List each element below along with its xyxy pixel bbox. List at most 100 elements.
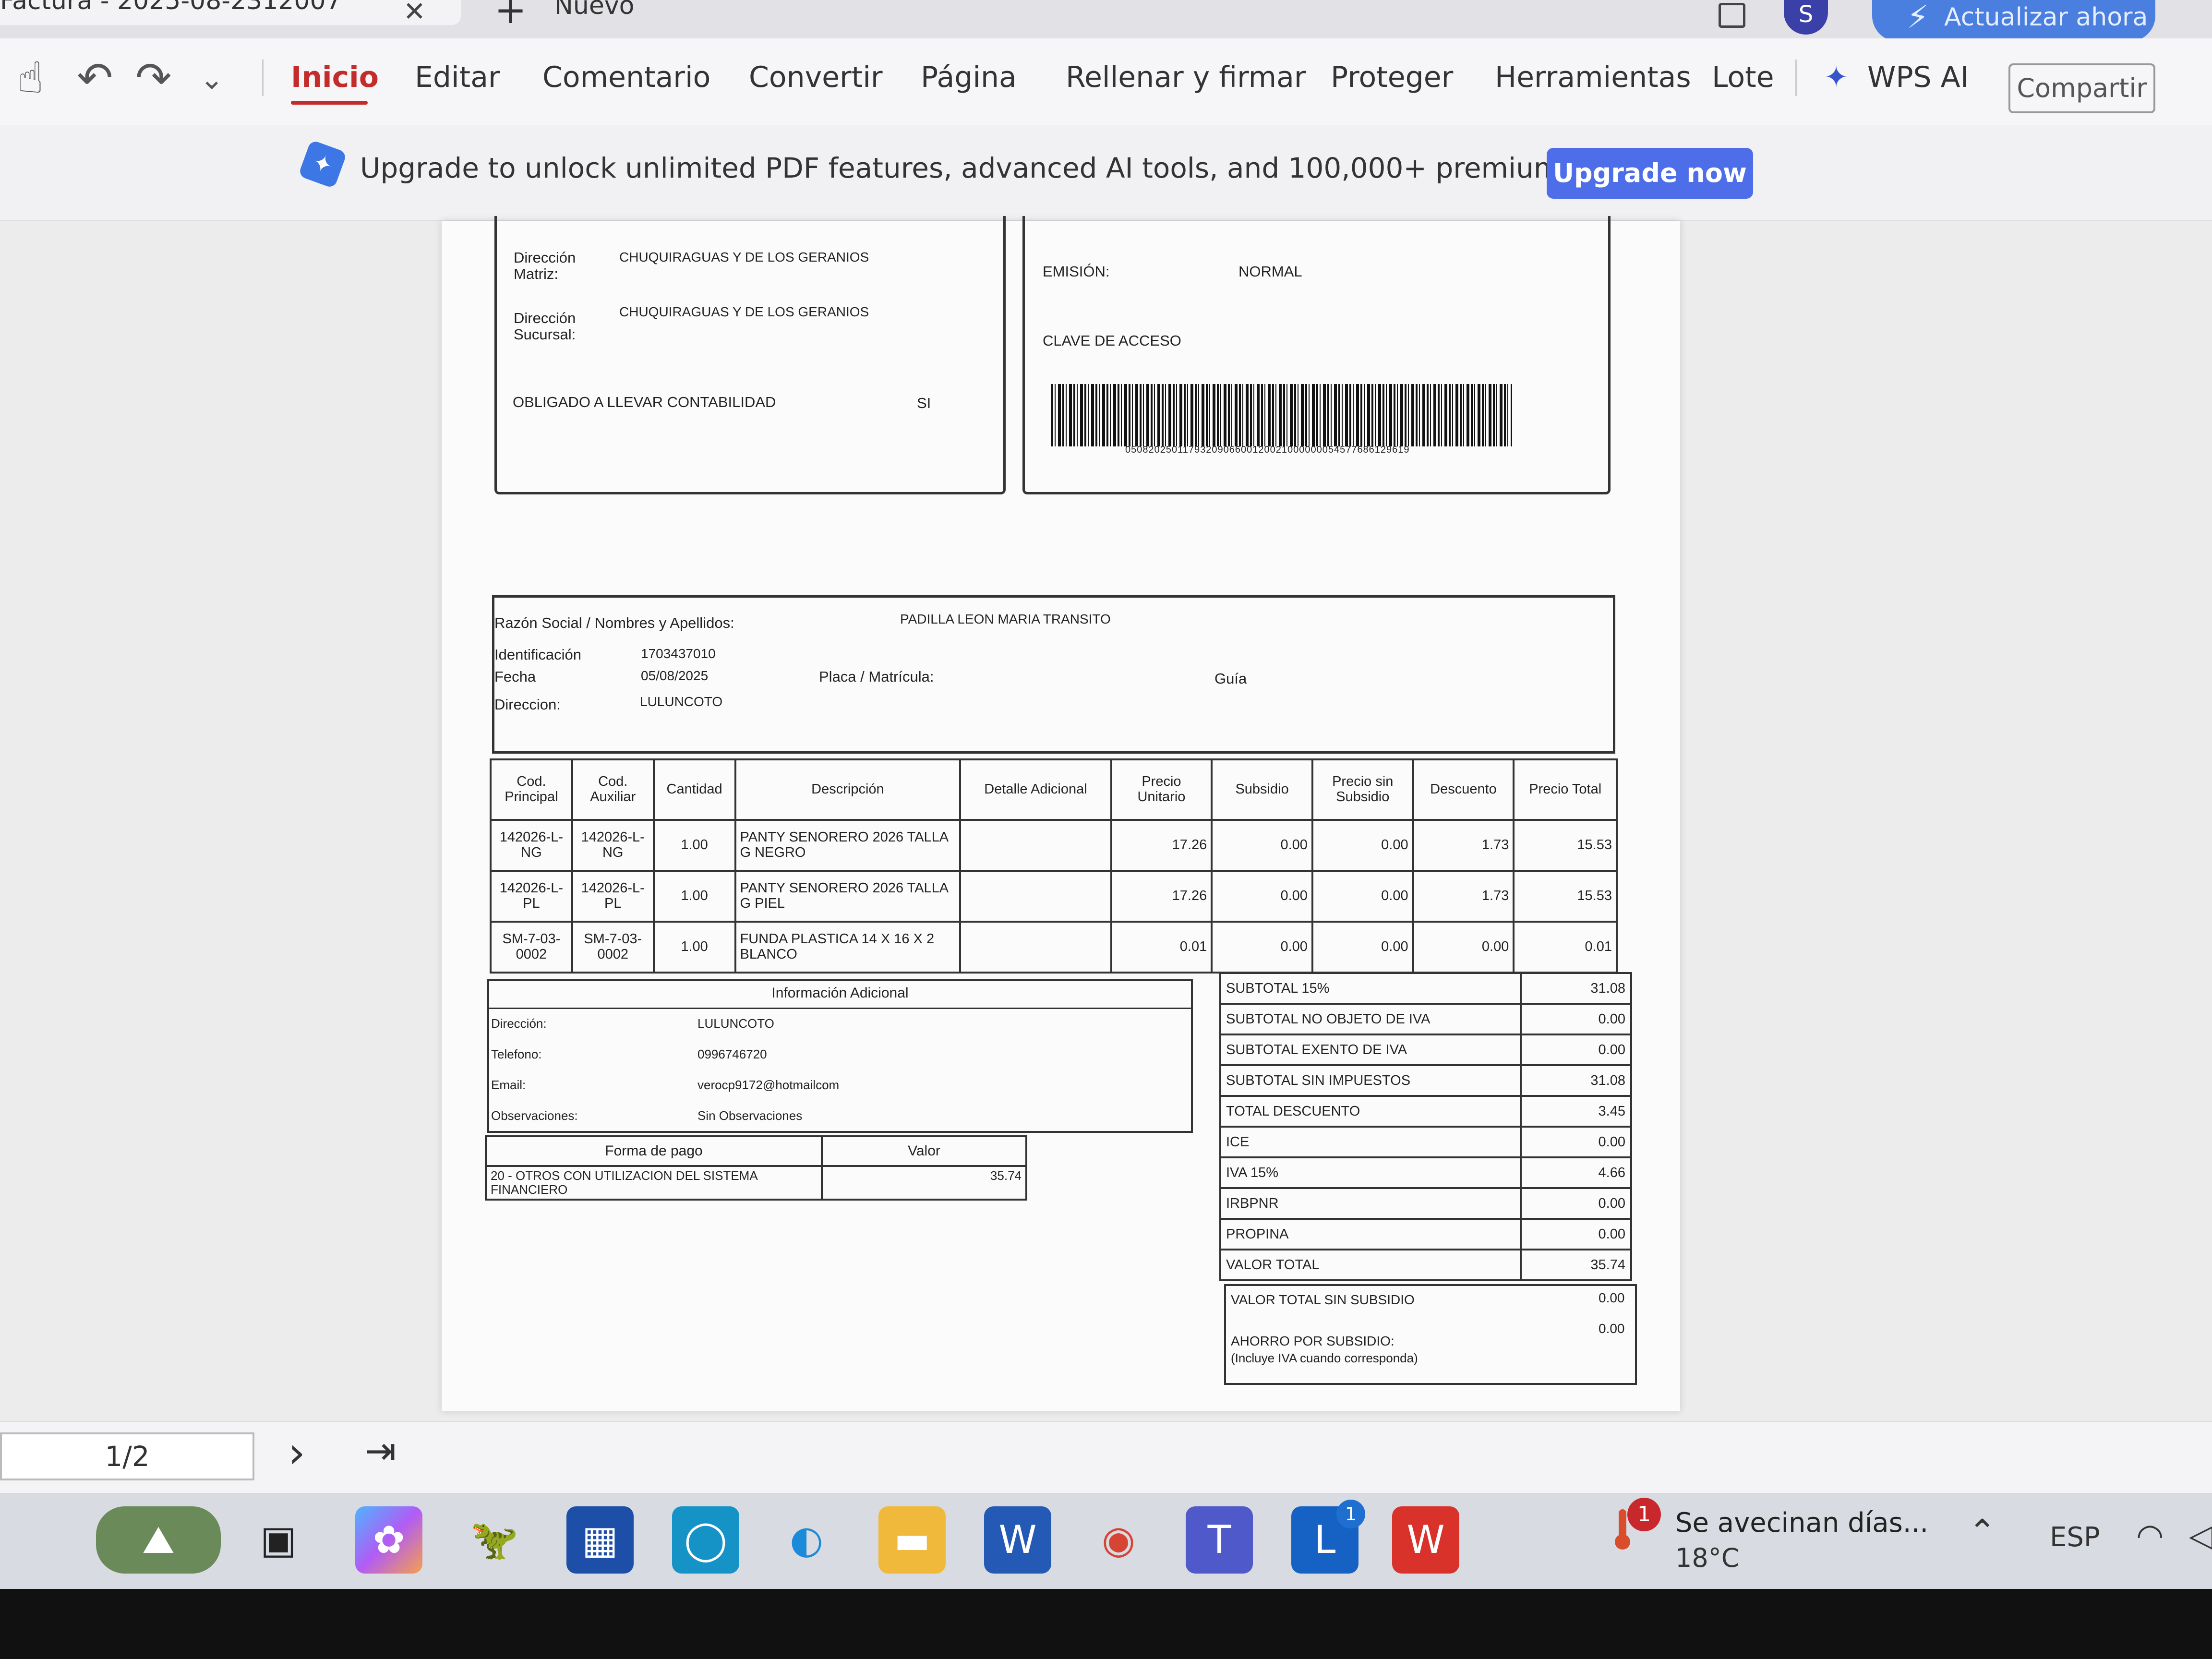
col-descripcion: Descripción <box>734 758 962 821</box>
total-value: 4.66 <box>1520 1156 1632 1189</box>
undo-icon[interactable]: ↶ <box>77 53 113 103</box>
forma-pago-value: 20 - OTROS CON UTILIZACION DEL SISTEMA F… <box>485 1165 823 1201</box>
col-cod-auxiliar: Cod. Auxiliar <box>571 758 655 821</box>
cell-precio-sin-subsidio: 0.00 <box>1311 819 1414 872</box>
cell-precio-total: 0.01 <box>1513 921 1618 974</box>
total-label: SUBTOTAL SIN IMPUESTOS <box>1219 1064 1522 1097</box>
cell-descripcion: PANTY SENORERO 2026 TALLA G NEGRO <box>734 819 962 872</box>
edge-icon[interactable]: ◐ <box>773 1506 840 1574</box>
new-tab-icon[interactable]: + <box>494 0 527 32</box>
table-row: SUBTOTAL 15% 31.08 <box>1219 972 1632 1005</box>
menu-wps-ai[interactable]: WPS AI <box>1867 60 1969 94</box>
total-value: 35.74 <box>1520 1249 1632 1281</box>
page-number-input[interactable]: 1/2 <box>0 1432 254 1480</box>
valor-header: Valor <box>821 1135 1027 1167</box>
list-item: Observaciones: Sin Observaciones <box>487 1100 1193 1131</box>
new-tab-label[interactable]: Nuevo <box>554 0 634 20</box>
taskbar: ⛰ ▣ ✿ 🦖 ▦ ◯ ◐ ▬ W ◉ T L1 W 1 Se avecinan… <box>0 1493 2212 1589</box>
next-page-icon[interactable]: › <box>288 1428 305 1478</box>
info-value: verocp9172@hotmailcom <box>697 1077 840 1092</box>
menu-editar[interactable]: Editar <box>415 60 500 94</box>
cell-cod-principal: 142026-L-PL <box>490 870 573 923</box>
weather-alert-badge: 1 <box>1627 1498 1661 1531</box>
table-row: 142026-L-NG 142026-L-NG 1.00 PANTY SENOR… <box>490 819 1618 872</box>
redo-icon[interactable]: ↷ <box>135 53 171 103</box>
cortana-icon[interactable]: ◯ <box>672 1506 739 1574</box>
avatar[interactable]: S <box>1784 0 1828 35</box>
table-row: SM-7-03-0002 SM-7-03-0002 1.00 FUNDA PLA… <box>490 921 1618 974</box>
cell-cantidad: 1.00 <box>652 921 736 974</box>
widgets-icon[interactable]: ⛰ <box>96 1506 221 1574</box>
total-label: SUBTOTAL EXENTO DE IVA <box>1219 1034 1522 1066</box>
weather-temperature: 18°C <box>1675 1543 1740 1573</box>
direccion-sucursal-label: Dirección Sucursal: <box>514 310 576 343</box>
menu-lote[interactable]: Lote <box>1712 60 1774 94</box>
dino-app-icon[interactable]: 🦖 <box>461 1506 528 1574</box>
chevron-up-icon[interactable]: ⌃ <box>1968 1512 1996 1551</box>
totals-table: SUBTOTAL 15% 31.08 SUBTOTAL NO OBJETO DE … <box>1219 972 1632 1281</box>
document-viewport[interactable]: Dirección Matriz: CHUQUIRAGUAS Y DE LOS … <box>0 216 2212 1431</box>
task-view-icon[interactable]: ▣ <box>245 1506 312 1574</box>
window-restore-icon[interactable] <box>1719 3 1745 28</box>
total-label: TOTAL DESCUENTO <box>1219 1095 1522 1128</box>
page-navigation-bar: 1/2 › ⇥ <box>0 1421 2212 1493</box>
direccion-matriz-value: CHUQUIRAGUAS Y DE LOS GERANIOS <box>619 250 869 264</box>
wifi-icon[interactable]: ◠ <box>2136 1517 2164 1554</box>
store-icon[interactable]: ▦ <box>566 1506 634 1574</box>
cell-cod-auxiliar: SM-7-03-0002 <box>571 921 655 974</box>
last-page-icon[interactable]: ⇥ <box>365 1430 396 1473</box>
cell-descripcion: FUNDA PLASTICA 14 X 16 X 2 BLANCO <box>734 921 962 974</box>
col-cantidad: Cantidad <box>652 758 736 821</box>
teams-icon[interactable]: T <box>1186 1506 1253 1574</box>
copilot-icon[interactable]: ✿ <box>355 1506 422 1574</box>
volume-icon[interactable]: ◁ <box>2189 1517 2212 1554</box>
close-tab-icon[interactable]: ✕ <box>403 0 426 27</box>
cell-cod-auxiliar: 142026-L-PL <box>571 870 655 923</box>
cell-detalle <box>959 921 1112 974</box>
outlook-icon[interactable]: L1 <box>1291 1500 1365 1574</box>
cell-cod-principal: 142026-L-NG <box>490 819 573 872</box>
upgrade-now-top-label: Actualizar ahora <box>1944 3 2148 32</box>
clave-acceso-value: 0508202501179320906600120021000000054577… <box>1125 445 1410 455</box>
outlook-badge: 1 <box>1336 1500 1365 1528</box>
menu-convertir[interactable]: Convertir <box>749 60 883 94</box>
wps-office-icon[interactable]: W <box>1392 1506 1459 1574</box>
chevron-down-icon[interactable]: ⌄ <box>200 62 224 96</box>
info-value: 0996746720 <box>697 1046 767 1061</box>
language-indicator[interactable]: ESP <box>2050 1522 2100 1553</box>
pdf-page: Dirección Matriz: CHUQUIRAGUAS Y DE LOS … <box>442 216 1680 1411</box>
table-row: PROPINA 0.00 <box>1219 1218 1632 1250</box>
cell-subsidio: 0.00 <box>1211 819 1313 872</box>
share-button[interactable]: Compartir <box>2008 63 2155 113</box>
word-icon[interactable]: W <box>984 1506 1051 1574</box>
col-detalle-adicional: Detalle Adicional <box>959 758 1112 821</box>
file-explorer-icon[interactable]: ▬ <box>878 1506 946 1574</box>
total-label: VALOR TOTAL <box>1219 1249 1522 1281</box>
menu-comentario[interactable]: Comentario <box>542 60 710 94</box>
cell-descripcion: PANTY SENORERO 2026 TALLA G PIEL <box>734 870 962 923</box>
menu-rellenar-y-firmar[interactable]: Rellenar y firmar <box>1066 60 1306 94</box>
total-label: ICE <box>1219 1126 1522 1158</box>
banner-text: Upgrade to unlock unlimited PDF features… <box>360 152 1719 184</box>
hand-tool-icon[interactable]: ☝ <box>17 53 44 103</box>
weather-text[interactable]: Se avecinan días... <box>1675 1507 1928 1539</box>
upgrade-now-button[interactable]: Upgrade now <box>1547 148 1753 199</box>
menu-proteger[interactable]: Proteger <box>1331 60 1453 94</box>
cell-precio-unitario: 17.26 <box>1110 870 1213 923</box>
document-tab[interactable]: Factura - 2025-08-2312007 <box>0 0 461 25</box>
cell-cantidad: 1.00 <box>652 870 736 923</box>
table-row: IRBPNR 0.00 <box>1219 1187 1632 1220</box>
menu-pagina[interactable]: Página <box>921 60 1017 94</box>
upgrade-now-top-button[interactable]: ⚡ Actualizar ahora <box>1872 0 2155 41</box>
chrome-icon[interactable]: ◉ <box>1085 1506 1152 1574</box>
info-label: Dirección: <box>491 1016 547 1031</box>
menu-herramientas[interactable]: Herramientas <box>1495 60 1691 94</box>
cell-descuento: 1.73 <box>1412 870 1515 923</box>
cell-cod-auxiliar: 142026-L-NG <box>571 819 655 872</box>
razon-social-value: PADILLA LEON MARIA TRANSITO <box>900 612 1111 626</box>
identificacion-value: 1703437010 <box>641 646 716 661</box>
emision-label: EMISIÓN: <box>1043 263 1110 280</box>
emision-value: NORMAL <box>1238 263 1302 280</box>
menu-inicio[interactable]: Inicio <box>291 60 379 94</box>
monitor-bezel <box>0 1589 2212 1659</box>
